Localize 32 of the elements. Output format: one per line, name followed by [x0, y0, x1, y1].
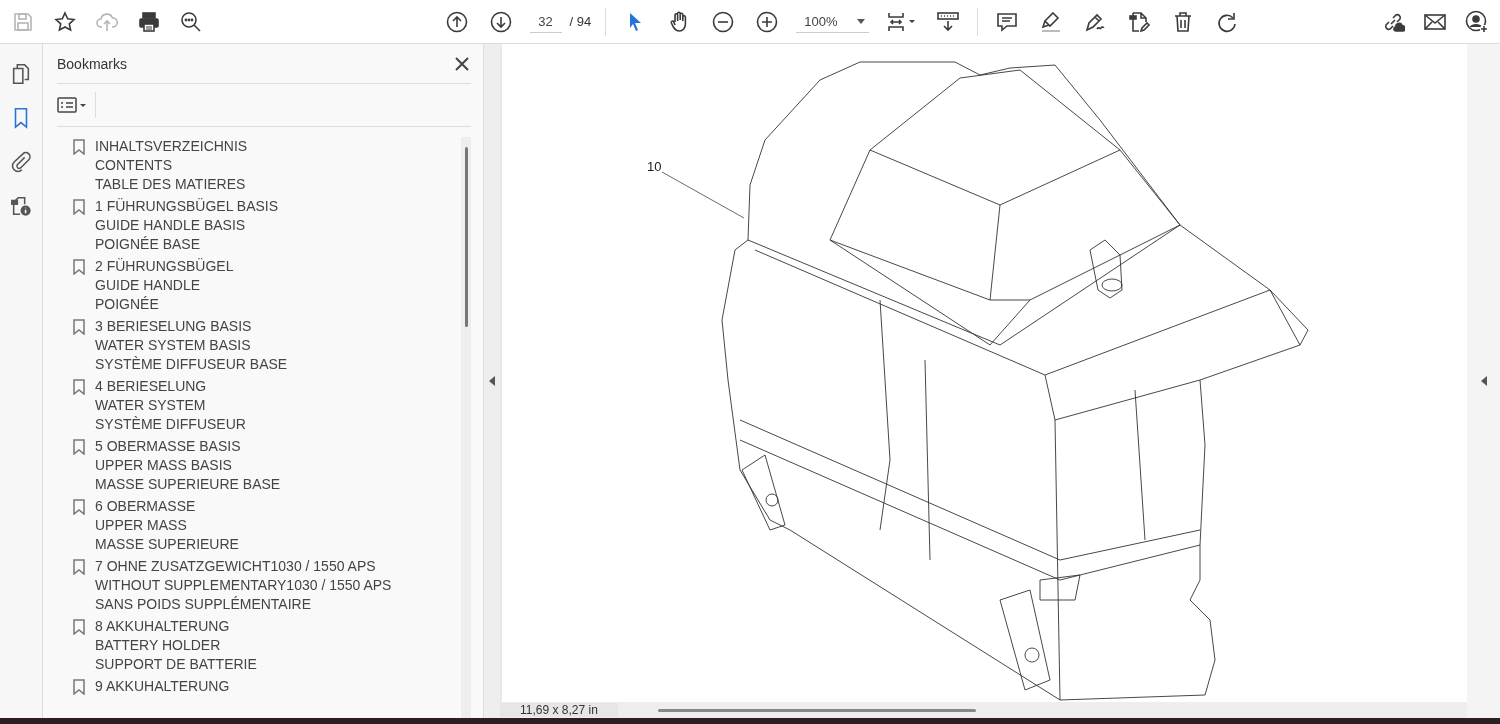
bookmark-item[interactable]: 2 FÜHRUNGSBÜGEL GUIDE HANDLE POIGNÉE	[73, 257, 461, 314]
bookmark-icon	[73, 439, 85, 455]
bookmark-item[interactable]: 1 FÜHRUNGSBÜGEL BASIS GUIDE HANDLE BASIS POIGNÉE BASE	[73, 197, 461, 254]
bookmark-icon	[73, 319, 85, 335]
bookmark-icon	[73, 499, 85, 515]
bookmark-icon	[73, 199, 85, 215]
page-count: / 94	[569, 14, 592, 29]
scrollbar[interactable]	[461, 137, 471, 718]
bookmark-item[interactable]: 9 AKKUHALTERUNG	[73, 677, 461, 696]
bookmark-item[interactable]: 7 OHNE ZUSATZGEWICHT1030 / 1550 APS WITHOUT SUPPLEMENTARY1030 / 1550 APS SANS POIDS SUPPLÉMENTAIRE	[73, 557, 461, 614]
callout-number: 10	[647, 159, 662, 174]
close-icon[interactable]	[453, 54, 471, 73]
bookmark-icon	[73, 619, 85, 635]
caret-icon	[857, 18, 866, 24]
panel-collapse-handle[interactable]	[484, 44, 500, 718]
bookmark-icon	[73, 679, 85, 695]
right-panel-handle[interactable]	[1480, 376, 1487, 386]
zoom-dropdown[interactable]: 100%	[796, 10, 870, 33]
bookmark-item[interactable]: INHALTSVERZEICHNIS CONTENTS TABLE DES MATIERES	[73, 137, 461, 194]
horizontal-scrollbar[interactable]	[657, 708, 976, 712]
panel-title: Bookmarks	[57, 55, 128, 72]
bookmark-item[interactable]: 8 AKKUHALTERUNG BATTERY HOLDER SUPPORT DE BATTERIE	[73, 617, 461, 674]
bookmark-item[interactable]: 4 BERIESELUNG WATER SYSTEM SYSTÈME DIFFUSEUR	[73, 377, 461, 434]
bookmark-item[interactable]: 5 OBERMASSE BASIS UPPER MASS BASIS MASSE SUPERIEURE BASE	[73, 437, 461, 494]
bookmark-icon	[73, 559, 85, 575]
options-menu-icon[interactable]	[57, 96, 87, 114]
bookmark-item[interactable]: 6 OBERMASSE UPPER MASS MASSE SUPERIEURE	[73, 497, 461, 554]
bookmark-item[interactable]: 3 BERIESELUNG BASIS WATER SYSTEM BASIS SYSTÈME DIFFUSEUR BASE	[73, 317, 461, 374]
bookmark-icon	[73, 139, 85, 155]
bookmark-icon	[73, 259, 85, 275]
bookmark-icon	[73, 379, 85, 395]
page-size-label: 11,69 x 8,27 in	[500, 703, 618, 717]
